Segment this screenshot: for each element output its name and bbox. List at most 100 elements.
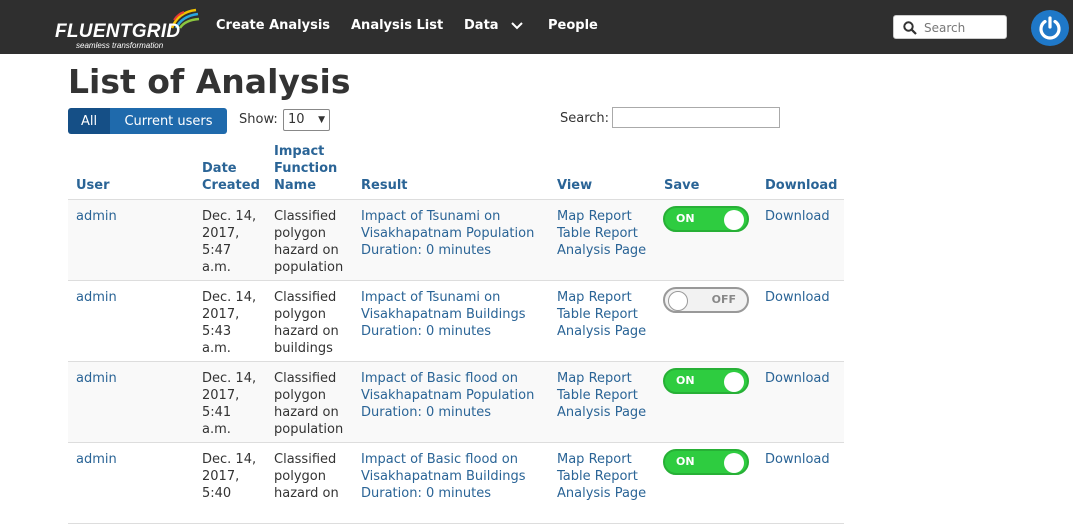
analysis-page-link[interactable]: Analysis Page — [557, 242, 646, 259]
navbar: FLUENTGRID seamless transformation Creat… — [0, 0, 1073, 54]
result-link-line[interactable]: Visakhapatnam Population — [361, 225, 534, 242]
impact-function-name-line: hazard on — [274, 324, 339, 339]
impact-function-name-line: hazard on — [274, 405, 339, 420]
download-link[interactable]: Download — [765, 208, 830, 225]
impact-function-name-line: polygon — [274, 388, 326, 403]
logout-button[interactable] — [1031, 10, 1069, 46]
analysis-page-link[interactable]: Analysis Page — [557, 404, 646, 421]
result-link-line[interactable]: Impact of Tsunami on — [361, 208, 534, 225]
impact-function-name-line: Classified — [274, 290, 337, 305]
user-link[interactable]: admin — [76, 289, 117, 306]
save-toggle[interactable]: ON — [663, 206, 749, 232]
header-result[interactable]: Result — [361, 177, 408, 194]
impact-function-name: Classified polygon hazard on population — [274, 370, 343, 438]
user-link[interactable]: admin — [76, 451, 117, 468]
header-date-line2: Created — [202, 178, 260, 193]
map-report-link[interactable]: Map Report — [557, 289, 646, 306]
nav-people[interactable]: People — [548, 18, 598, 33]
map-report-link[interactable]: Map Report — [557, 370, 646, 387]
result-link-line[interactable]: Impact of Basic flood on — [361, 451, 526, 468]
header-func-line2: Function — [274, 161, 338, 176]
date-created-line: 5:41 — [202, 405, 232, 420]
date-created: Dec. 14, 2017, 5:43 a.m. — [202, 289, 256, 357]
nav-search-input[interactable] — [924, 19, 1002, 36]
table-search-input[interactable] — [612, 107, 780, 128]
map-report-link[interactable]: Map Report — [557, 208, 646, 225]
date-created-line: a.m. — [202, 260, 231, 275]
date-created: Dec. 14, 2017, 5:40 — [202, 451, 256, 502]
impact-function-name: Classified polygon hazard on population — [274, 208, 343, 276]
user-link[interactable]: admin — [76, 370, 117, 387]
impact-function-name-line: Classified — [274, 209, 337, 224]
impact-function-name: Classified polygon hazard on — [274, 451, 339, 502]
result-link[interactable]: Impact of Basic flood on Visakhapatnam Bu… — [361, 451, 526, 502]
view-links: Map Report Table Report Analysis Page — [557, 451, 646, 502]
date-created-line: 5:47 — [202, 243, 232, 258]
download-link[interactable]: Download — [765, 289, 830, 306]
header-user[interactable]: User — [76, 177, 110, 194]
analysis-page-link[interactable]: Analysis Page — [557, 485, 646, 502]
nav-analysis-list[interactable]: Analysis List — [351, 18, 443, 33]
nav-create-analysis[interactable]: Create Analysis — [216, 18, 330, 33]
impact-function-name-line: buildings — [274, 341, 333, 356]
download-link[interactable]: Download — [765, 451, 830, 468]
nav-data-dropdown[interactable]: Data — [464, 18, 523, 33]
date-created-line: a.m. — [202, 341, 231, 356]
filter-current-users-button[interactable]: Current users — [110, 108, 227, 134]
date-created-line: Dec. 14, — [202, 371, 257, 386]
header-impact-function-name[interactable]: Impact Function Name — [274, 143, 337, 194]
toggle-knob — [724, 453, 744, 473]
table-report-link[interactable]: Table Report — [557, 468, 646, 485]
analysis-page-link[interactable]: Analysis Page — [557, 323, 646, 340]
save-toggle[interactable]: OFF — [663, 287, 749, 313]
result-link-line[interactable]: Impact of Tsunami on — [361, 289, 526, 306]
brand-name: FLUENTGRID — [55, 21, 181, 42]
result-link-line[interactable]: Visakhapatnam Buildings — [361, 468, 526, 485]
result-link-line[interactable]: Visakhapatnam Buildings — [361, 306, 526, 323]
date-created-line: Dec. 14, — [202, 452, 257, 467]
date-created: Dec. 14, 2017, 5:47 a.m. — [202, 208, 256, 276]
result-link-line[interactable]: Impact of Basic flood on — [361, 370, 534, 387]
result-link[interactable]: Impact of Tsunami on Visakhapatnam Popula… — [361, 208, 534, 259]
header-view[interactable]: View — [557, 177, 592, 194]
result-link[interactable]: Impact of Tsunami on Visakhapatnam Buildi… — [361, 289, 526, 340]
table-report-link[interactable]: Table Report — [557, 225, 646, 242]
save-toggle-label: OFF — [711, 293, 736, 306]
row-divider — [68, 280, 844, 281]
header-save[interactable]: Save — [664, 177, 699, 194]
brand-tagline: seamless transformation — [76, 41, 164, 50]
date-created-line: Dec. 14, — [202, 209, 257, 224]
download-link[interactable]: Download — [765, 370, 830, 387]
page-size-value: 10 — [288, 112, 305, 127]
table-report-link[interactable]: Table Report — [557, 387, 646, 404]
header-download[interactable]: Download — [765, 177, 837, 194]
date-created-line: 2017, — [202, 307, 240, 322]
date-created: Dec. 14, 2017, 5:41 a.m. — [202, 370, 256, 438]
nav-search[interactable] — [893, 15, 1007, 39]
fluentgrid-logo[interactable]: FLUENTGRID seamless transformation — [52, 8, 202, 50]
header-func-line3: Name — [274, 178, 317, 193]
save-toggle[interactable]: ON — [663, 368, 749, 394]
save-toggle[interactable]: ON — [663, 449, 749, 475]
result-link-line[interactable]: Duration: 0 minutes — [361, 323, 526, 340]
impact-function-name: Classified polygon hazard on buildings — [274, 289, 339, 357]
page-size-select[interactable]: 10 ▼ — [283, 109, 330, 131]
date-created-line: 5:40 — [202, 486, 232, 501]
impact-function-name-line: polygon — [274, 469, 326, 484]
result-link-line[interactable]: Duration: 0 minutes — [361, 242, 534, 259]
user-link[interactable]: admin — [76, 208, 117, 225]
header-date-created[interactable]: Date Created — [202, 160, 260, 194]
table-report-link[interactable]: Table Report — [557, 306, 646, 323]
nav-data-label: Data — [464, 18, 499, 33]
result-link[interactable]: Impact of Basic flood on Visakhapatnam Po… — [361, 370, 534, 421]
result-link-line[interactable]: Duration: 0 minutes — [361, 404, 534, 421]
result-link-line[interactable]: Duration: 0 minutes — [361, 485, 526, 502]
impact-function-name-line: population — [274, 260, 344, 275]
map-report-link[interactable]: Map Report — [557, 451, 646, 468]
filter-all-button[interactable]: All — [68, 108, 110, 134]
date-created-line: 2017, — [202, 388, 240, 403]
page-title: List of Analysis — [68, 62, 351, 101]
date-created-line: a.m. — [202, 422, 231, 437]
impact-function-name-line: polygon — [274, 226, 326, 241]
result-link-line[interactable]: Visakhapatnam Population — [361, 387, 534, 404]
